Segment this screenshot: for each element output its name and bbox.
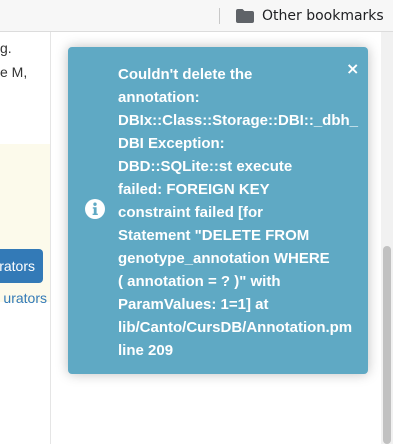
toast-message-line: lib/Canto/CursDB/Annotation.pm xyxy=(118,319,353,336)
toast-message-line: failed: FOREIGN KEY xyxy=(118,181,270,198)
text-fragment: g. xyxy=(0,40,12,56)
page-scrollbar[interactable] xyxy=(381,32,393,444)
toast-message-line: DBD::SQLite::st execute xyxy=(118,158,293,175)
scrollbar-thumb[interactable] xyxy=(383,246,391,444)
toast-message-line: line 209 xyxy=(118,342,174,359)
info-icon xyxy=(85,199,105,219)
toast-message-line: DBI Exception: xyxy=(118,135,225,152)
toast-message-line: annotation: xyxy=(118,89,200,106)
curators-button-label: urators xyxy=(0,258,35,274)
left-panel: g. e M, urators urators xyxy=(0,32,51,444)
other-bookmarks-button[interactable]: Other bookmarks xyxy=(236,0,384,32)
error-toast: × Couldn't delete the annotation: DBIx::… xyxy=(68,47,368,374)
toast-message-line: ParamValues: 1=1] at xyxy=(118,296,269,313)
toast-message-line: DBIx::Class::Storage::DBI::_dbh_ xyxy=(118,112,359,129)
toast-message-line: Couldn't delete the xyxy=(118,66,253,83)
bookmarks-bar: Other bookmarks xyxy=(0,0,393,32)
bookmarks-separator xyxy=(219,8,220,24)
toast-message-line: ( annotation = ? )" with xyxy=(118,273,281,290)
browser-window: Other bookmarks g. e M, urators urators … xyxy=(0,0,393,444)
toast-message-line: constraint failed [for xyxy=(118,204,264,221)
toast-message-line: Statement "DELETE FROM xyxy=(118,227,310,244)
folder-icon xyxy=(236,9,254,23)
toast-message-line: genotype_annotation WHERE xyxy=(118,250,330,267)
curators-link[interactable]: urators xyxy=(3,290,47,306)
toast-message: Couldn't delete the annotation: DBIx::Cl… xyxy=(118,63,368,362)
other-bookmarks-label: Other bookmarks xyxy=(262,8,384,24)
curators-button[interactable]: urators xyxy=(0,249,43,283)
text-fragment: e M, xyxy=(0,64,28,80)
